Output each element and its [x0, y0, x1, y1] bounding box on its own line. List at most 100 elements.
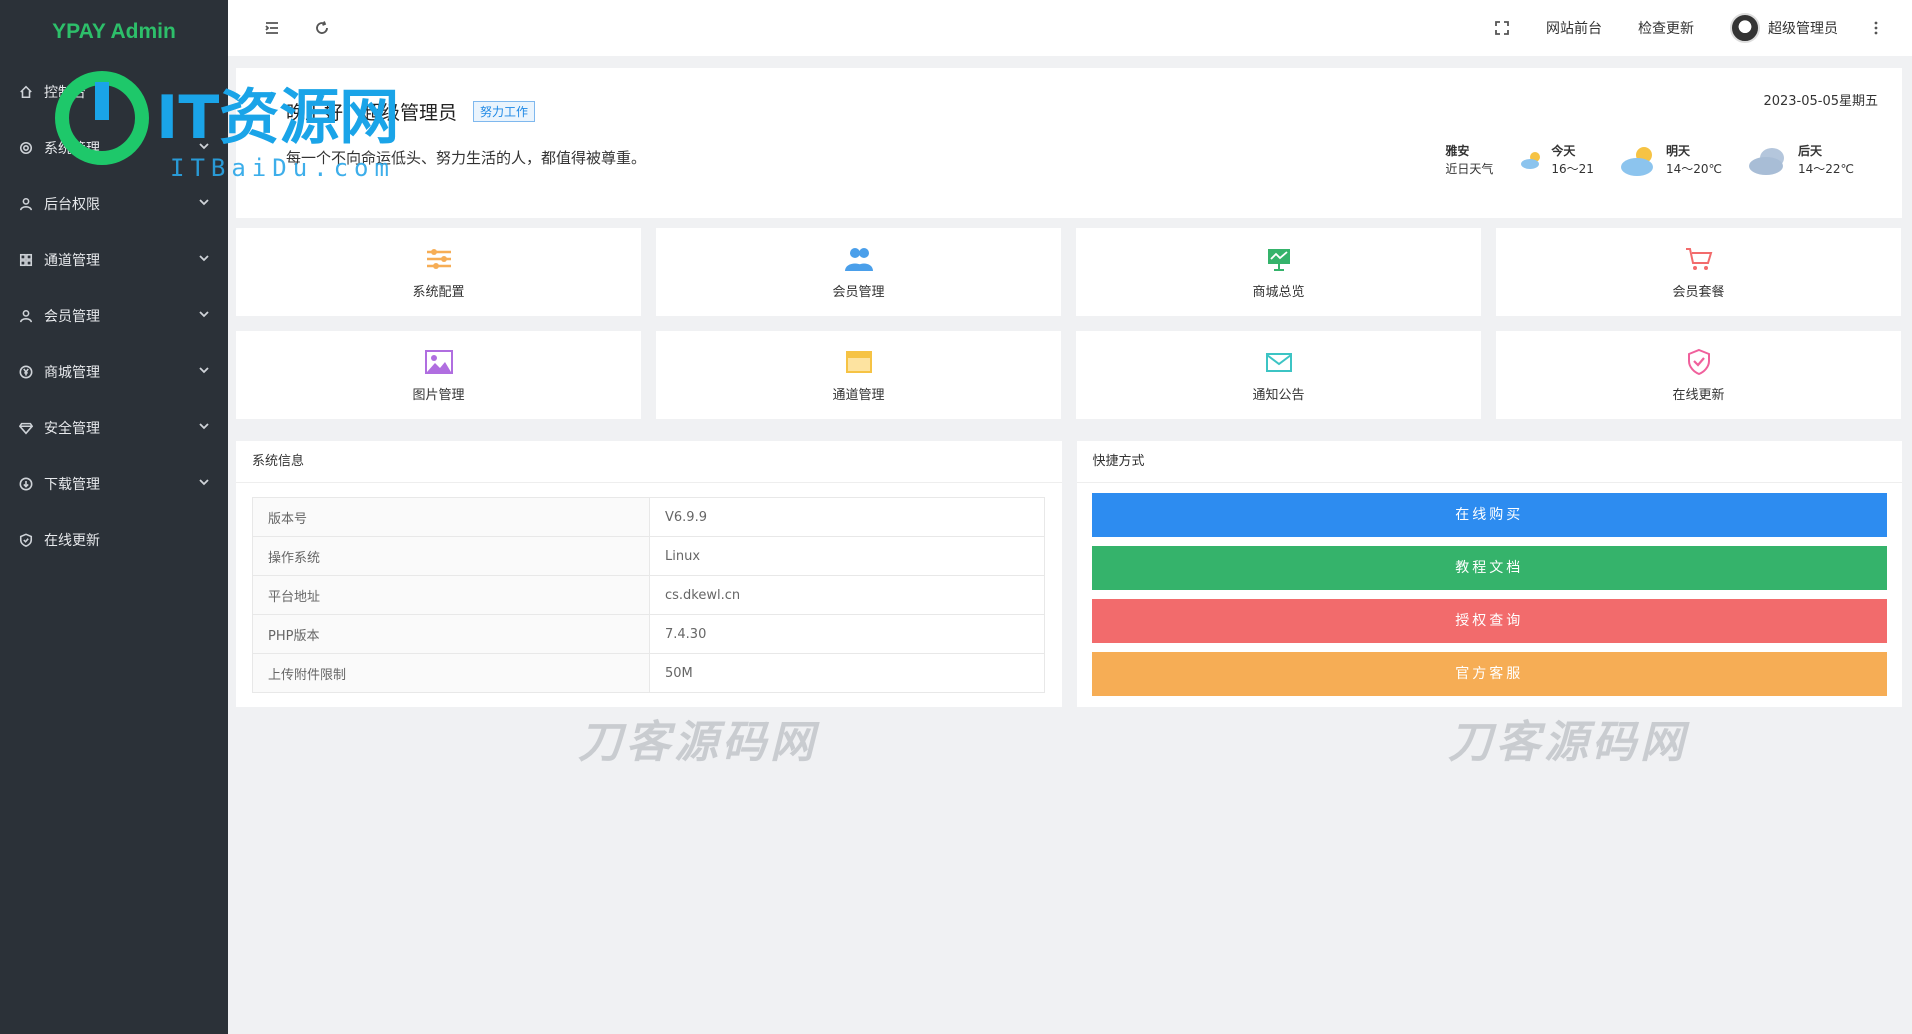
- table-row: PHP版本 7.4.30: [252, 614, 1045, 654]
- chevron-down-icon: [198, 476, 210, 492]
- weather-widget: 雅安 近日天气 今天 16～21 明天 14～20℃ 后天 14～22℃: [1445, 142, 1854, 178]
- tile-label: 图片管理: [412, 387, 465, 403]
- chevron-down-icon: [198, 420, 210, 436]
- current-date: 2023-05-05星期五: [1763, 94, 1878, 109]
- sidebar-item-dashboard[interactable]: 控制台: [0, 64, 228, 120]
- tutorial-docs-button[interactable]: 教程文档: [1091, 546, 1887, 590]
- tile-label: 通道管理: [832, 387, 885, 403]
- system-info-table: 版本号 V6.9.9 操作系统 Linux 平台地址 cs.dkewl.cn PHP版…: [252, 497, 1045, 693]
- table-row: 版本号 V6.9.9: [252, 497, 1045, 537]
- sidebar-item-security[interactable]: 安全管理: [0, 400, 228, 456]
- panel-title: 系统信息: [236, 441, 1062, 483]
- sidebar-item-label: 控制台: [44, 85, 86, 101]
- weather-temp: 16～21: [1551, 162, 1594, 176]
- brand-title[interactable]: YPAY Admin: [0, 0, 228, 64]
- tile-label: 会员管理: [832, 284, 885, 300]
- sidebar-item-label: 后台权限: [44, 197, 100, 213]
- tile-channel-management[interactable]: 通道管理: [656, 331, 1061, 419]
- tile-members[interactable]: 会员管理: [656, 228, 1061, 316]
- top-header: 网站前台 检查更新 超级管理员: [228, 0, 1912, 56]
- sliders-icon: [423, 245, 455, 273]
- table-value: 50M: [649, 653, 1045, 693]
- weather-day-after: 后天 14～22℃: [1748, 142, 1854, 178]
- sidebar-item-admin-permissions[interactable]: 后台权限: [0, 176, 228, 232]
- tile-mall-overview[interactable]: 商城总览: [1076, 228, 1481, 316]
- table-value: 7.4.30: [649, 614, 1045, 654]
- tile-system-config[interactable]: 系统配置: [236, 228, 641, 316]
- tile-label: 在线更新: [1672, 387, 1725, 403]
- window-icon: [843, 348, 875, 376]
- buy-online-button[interactable]: 在线购买: [1091, 493, 1887, 537]
- diamond-icon: [18, 420, 34, 436]
- table-key: 上传附件限制: [252, 653, 650, 693]
- shortcuts-panel: 快捷方式 在线购买 教程文档 授权查询 官方客服: [1076, 441, 1902, 707]
- sidebar-item-system[interactable]: 系统管理: [0, 120, 228, 176]
- weather-caption: 近日天气: [1445, 162, 1494, 176]
- sidebar-item-channels[interactable]: 通道管理: [0, 232, 228, 288]
- fullscreen-icon[interactable]: [1494, 20, 1510, 36]
- sidebar-item-label: 商城管理: [44, 365, 100, 381]
- chevron-down-icon: [198, 252, 210, 268]
- tile-label: 会员套餐: [1672, 284, 1725, 300]
- grid-icon: [18, 252, 34, 268]
- menu-toggle-icon[interactable]: [264, 20, 280, 36]
- table-row: 上传附件限制 50M: [252, 653, 1045, 693]
- check-update-link[interactable]: 检查更新: [1638, 18, 1694, 38]
- table-key: 版本号: [252, 497, 650, 537]
- tile-member-packages[interactable]: 会员套餐: [1496, 228, 1901, 316]
- official-support-button[interactable]: 官方客服: [1091, 652, 1887, 696]
- cloudy-sun-icon: [1519, 149, 1545, 171]
- table-row: 平台地址 cs.dkewl.cn: [252, 575, 1045, 615]
- table-row: 操作系统 Linux: [252, 536, 1045, 576]
- user-icon: [18, 308, 34, 324]
- user-menu[interactable]: 超级管理员: [1730, 13, 1838, 43]
- user-icon: [18, 196, 34, 212]
- home-icon: [18, 84, 34, 100]
- users-icon: [843, 245, 875, 273]
- site-frontend-link[interactable]: 网站前台: [1546, 18, 1602, 38]
- weather-tomorrow: 明天 14～20℃: [1620, 142, 1722, 178]
- sidebar-item-members[interactable]: 会员管理: [0, 288, 228, 344]
- license-check-button[interactable]: 授权查询: [1091, 599, 1887, 643]
- board-icon: [1263, 245, 1295, 273]
- shield-icon: [18, 532, 34, 548]
- shield-check-icon: [1683, 348, 1715, 376]
- sidebar: YPAY Admin 控制台 系统管理 后台权限 通道管理 会员管理 商城管理 …: [0, 0, 228, 1034]
- cloud-icon: [1748, 144, 1792, 176]
- chevron-down-icon: [198, 364, 210, 380]
- weather-day-label: 今天: [1551, 144, 1576, 158]
- system-info-panel: 系统信息 版本号 V6.9.9 操作系统 Linux 平台地址 cs.dkewl.cn…: [236, 441, 1062, 707]
- sidebar-item-online-update[interactable]: 在线更新: [0, 512, 228, 568]
- chevron-down-icon: [198, 196, 210, 212]
- table-key: 平台地址: [252, 575, 650, 615]
- table-value: V6.9.9: [649, 497, 1045, 537]
- yen-icon: [18, 364, 34, 380]
- tile-image-management[interactable]: 图片管理: [236, 331, 641, 419]
- info-panels: 系统信息 版本号 V6.9.9 操作系统 Linux 平台地址 cs.dkewl.cn…: [236, 441, 1902, 707]
- weather-temp: 14～20℃: [1665, 162, 1722, 176]
- more-vertical-icon[interactable]: [1874, 21, 1878, 35]
- tile-online-update[interactable]: 在线更新: [1496, 331, 1901, 419]
- sidebar-menu: 控制台 系统管理 后台权限 通道管理 会员管理 商城管理 安全管理 下载管理 在…: [0, 64, 228, 568]
- chevron-down-icon: [198, 308, 210, 324]
- weather-today: 今天 16～21: [1519, 142, 1594, 178]
- table-key: 操作系统: [252, 536, 650, 576]
- refresh-icon[interactable]: [314, 20, 330, 36]
- status-badge: 努力工作: [473, 101, 536, 122]
- tile-notices[interactable]: 通知公告: [1076, 331, 1481, 419]
- table-key: PHP版本: [252, 614, 650, 654]
- download-icon: [18, 476, 34, 492]
- quick-tiles: 系统配置 会员管理 商城总览 会员套餐 图片管理 通道管理 通知公告 在线更新: [236, 228, 1902, 419]
- sidebar-item-downloads[interactable]: 下载管理: [0, 456, 228, 512]
- mail-icon: [1263, 348, 1295, 376]
- user-name: 超级管理员: [1768, 21, 1838, 37]
- welcome-title: 晚上好，超级管理员: [286, 102, 458, 124]
- welcome-card: 晚上好，超级管理员 努力工作 每一个不向命运低头、努力生活的人，都值得被尊重。 …: [236, 68, 1902, 218]
- watermark-footer: 刀客源码网: [578, 717, 818, 768]
- table-value: cs.dkewl.cn: [649, 575, 1045, 615]
- sidebar-item-label: 下载管理: [44, 477, 100, 493]
- table-value: Linux: [649, 536, 1045, 576]
- tile-label: 商城总览: [1252, 284, 1305, 300]
- tile-label: 通知公告: [1252, 387, 1305, 403]
- sidebar-item-mall[interactable]: 商城管理: [0, 344, 228, 400]
